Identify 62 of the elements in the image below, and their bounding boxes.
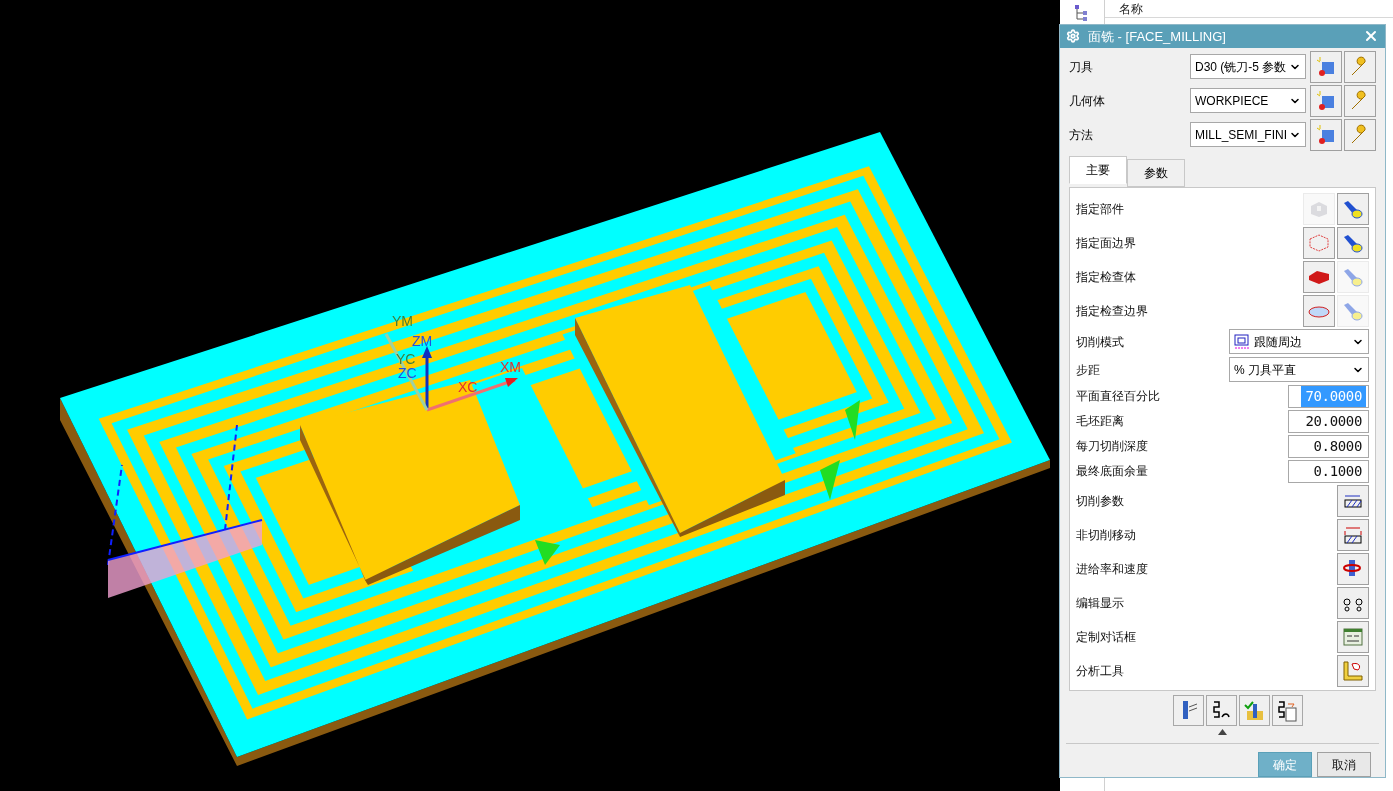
boundary-button[interactable] xyxy=(1303,294,1335,327)
toolbar-button[interactable] xyxy=(1205,695,1237,726)
edit-button[interactable] xyxy=(1344,50,1376,83)
number-field[interactable]: 0.1000 xyxy=(1288,459,1369,483)
column-header: 名称 xyxy=(1119,0,1143,18)
expand-icon[interactable] xyxy=(1218,729,1227,735)
create-button[interactable] xyxy=(1310,118,1342,151)
number-field[interactable]: 20.0000 xyxy=(1288,409,1369,433)
window-title: 面铣 - [FACE_MILLING] xyxy=(1088,27,1227,46)
edit-button[interactable] xyxy=(1344,84,1376,117)
row-label: 指定面边界 xyxy=(1076,234,1136,252)
action-button[interactable] xyxy=(1337,586,1369,619)
dropdown-field[interactable]: D30 (铣刀-5 参数 xyxy=(1190,54,1306,80)
field-label: 刀具 xyxy=(1069,58,1094,76)
row-label: 非切削移动 xyxy=(1076,526,1136,544)
row-label: 平面直径百分比 xyxy=(1076,388,1160,406)
dropdown-field[interactable]: MILL_SEMI_FINI xyxy=(1190,122,1306,148)
create-button[interactable] xyxy=(1310,50,1342,83)
row-label: 切削参数 xyxy=(1076,492,1124,510)
edit-button[interactable] xyxy=(1344,118,1376,151)
panel-icon xyxy=(1342,626,1364,647)
row-label: 指定检查边界 xyxy=(1076,302,1148,320)
toolbar-button[interactable] xyxy=(1172,695,1204,726)
row-label: 最终底面余量 xyxy=(1076,463,1148,481)
row-label: 编辑显示 xyxy=(1076,594,1124,612)
row-label: 毛坯距离 xyxy=(1076,413,1124,431)
hatch-move-icon xyxy=(1342,524,1364,545)
row-label: 每刀切削深度 xyxy=(1076,438,1148,456)
cancel-button[interactable]: 取消 xyxy=(1317,752,1371,777)
row-label: 切削模式 xyxy=(1076,333,1124,351)
follow-periphery-icon xyxy=(1234,334,1250,350)
new-geometry-icon xyxy=(1315,89,1337,112)
action-button[interactable] xyxy=(1337,484,1369,517)
row-label: 定制对话框 xyxy=(1076,628,1136,646)
solid-block-button[interactable] xyxy=(1303,260,1335,293)
number-field[interactable]: 0.8000 xyxy=(1288,434,1369,458)
row-label: 指定部件 xyxy=(1076,200,1124,218)
row-label: 进给率和速度 xyxy=(1076,560,1148,578)
list-icon xyxy=(1276,698,1298,723)
toolbar-button[interactable] xyxy=(1238,695,1270,726)
row-label: 分析工具 xyxy=(1076,662,1124,680)
display-button[interactable] xyxy=(1337,192,1369,225)
action-button[interactable] xyxy=(1337,620,1369,653)
new-tool-icon xyxy=(1315,55,1337,78)
tab[interactable]: 主要 xyxy=(1069,155,1127,184)
create-button[interactable] xyxy=(1310,84,1342,117)
dropdown-field[interactable]: WORKPIECE xyxy=(1190,88,1306,114)
settings-icon xyxy=(1066,29,1080,44)
field-label: 几何体 xyxy=(1069,92,1106,110)
field-label: 方法 xyxy=(1069,126,1094,144)
coordinate-axes-icon xyxy=(384,333,518,412)
row-label: 指定检查体 xyxy=(1076,268,1136,286)
new-method-icon xyxy=(1315,123,1337,146)
ruler-icon xyxy=(1342,659,1364,682)
row-label: 步距 xyxy=(1076,361,1100,379)
dropdown-field[interactable]: % 刀具平直 xyxy=(1229,357,1369,383)
axis-label: YC xyxy=(396,351,416,367)
toolbar-button[interactable] xyxy=(1271,695,1303,726)
dropdown-field[interactable]: 跟随周边 xyxy=(1229,329,1369,355)
display-button[interactable] xyxy=(1337,226,1369,259)
action-button[interactable] xyxy=(1337,552,1369,585)
tab[interactable]: 参数 xyxy=(1127,158,1185,187)
